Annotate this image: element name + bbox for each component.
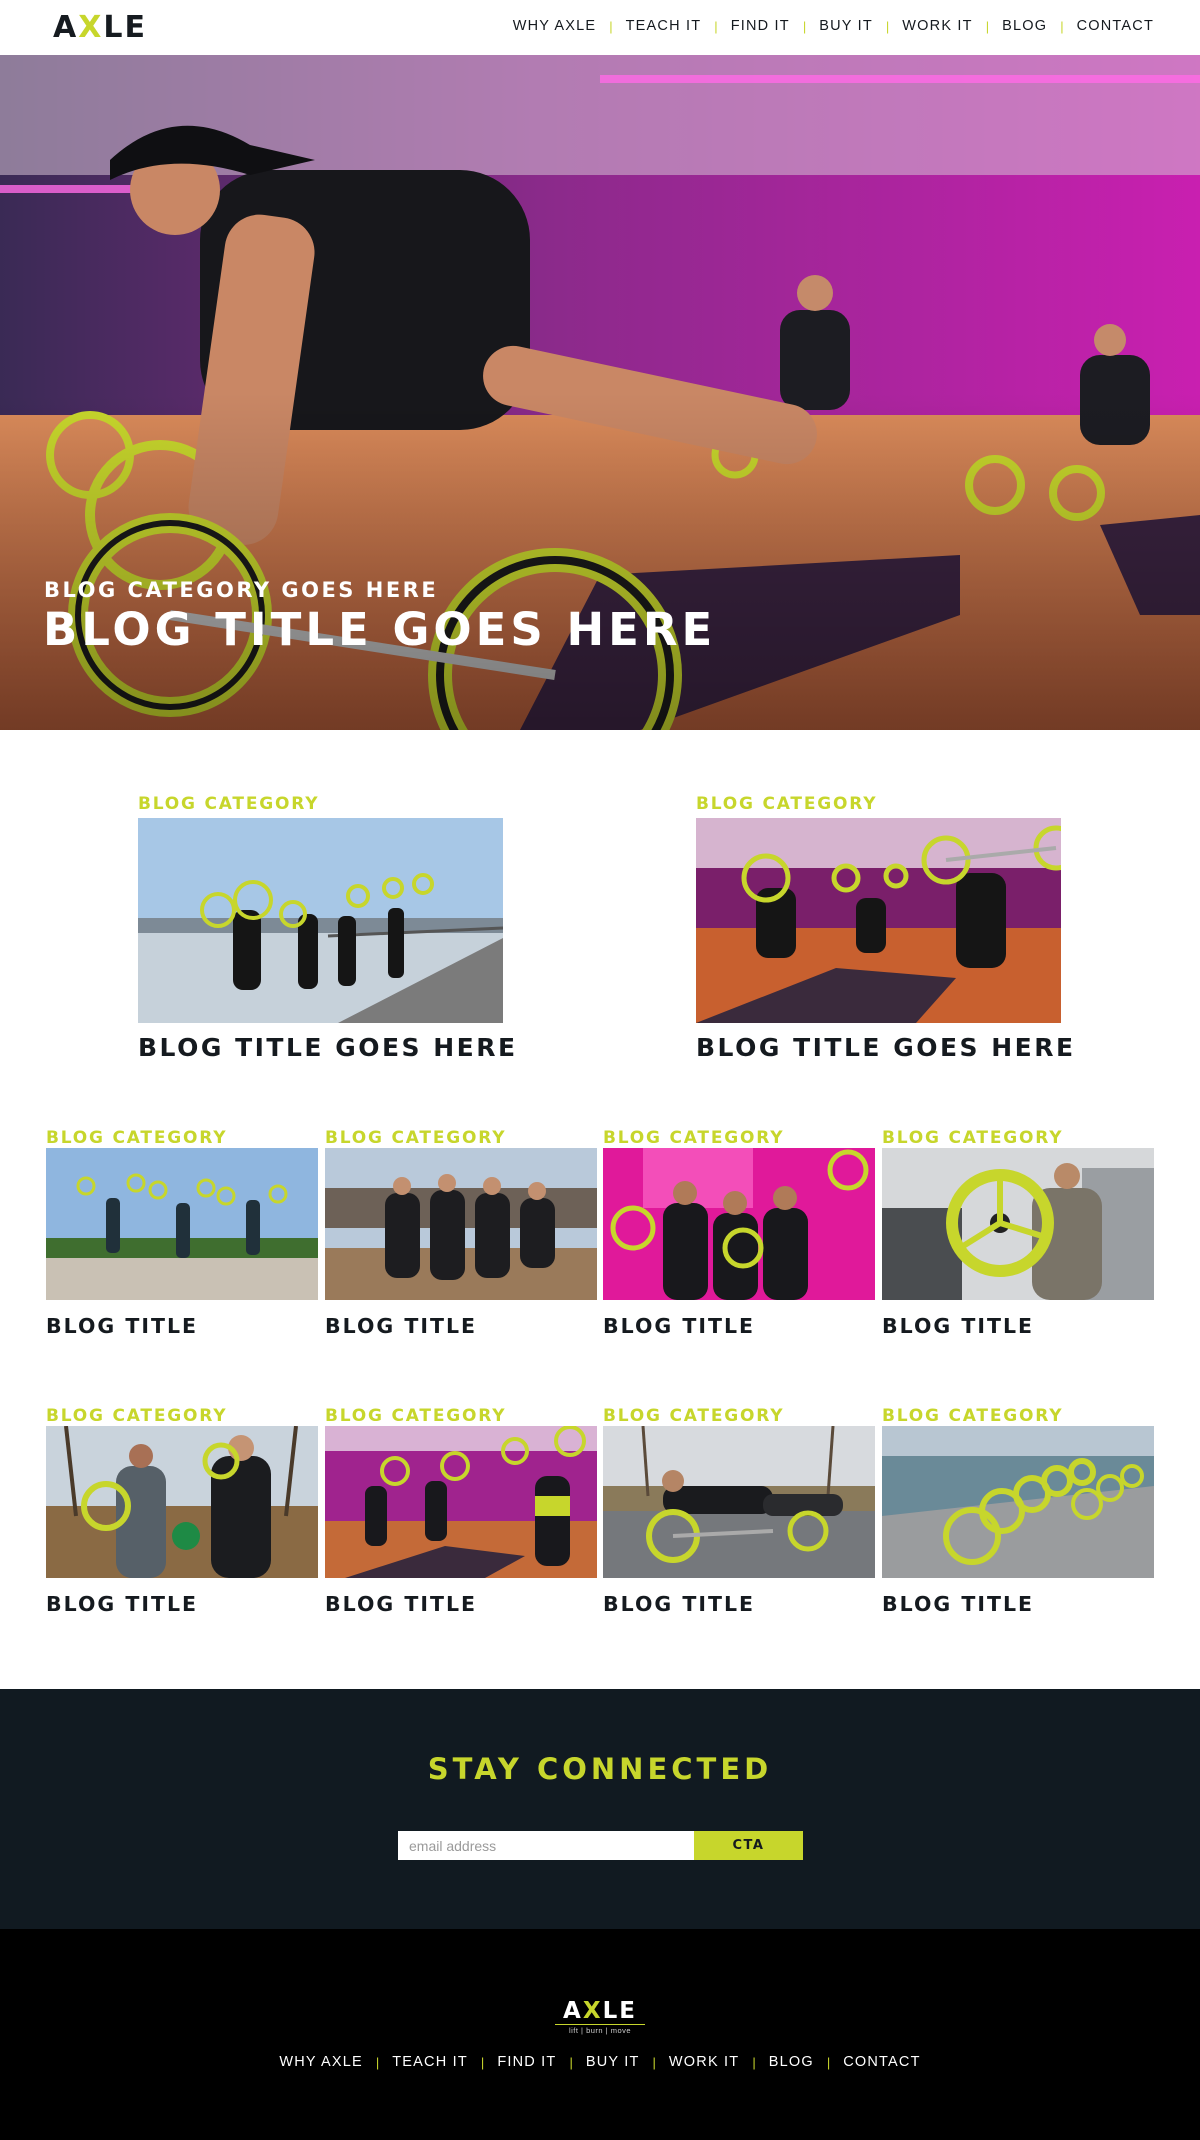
post-image[interactable]	[882, 1426, 1154, 1578]
site-header: A X LE WHY AXLE | TEACH IT | FIND IT | BUY…	[0, 0, 1200, 55]
post-image[interactable]	[46, 1148, 318, 1300]
nav-separator: |	[609, 18, 613, 34]
nav-separator: |	[885, 18, 890, 34]
newsletter-section: STAY CONNECTED CTA	[0, 1689, 1200, 1929]
group-fence-photo	[325, 1148, 597, 1300]
nav-why-axle[interactable]: WHY AXLE	[513, 18, 596, 34]
post-image[interactable]	[603, 1148, 875, 1300]
post-card[interactable]: BLOG CATEGORY BLOG TITLE	[882, 1406, 1154, 1626]
site-footer: AXLE lift | burn | move WHY AXLE | TEACH…	[0, 1929, 1200, 2140]
nav-separator: |	[1060, 18, 1064, 34]
footer-nav-separator: |	[375, 2054, 380, 2070]
post-title[interactable]: BLOG TITLE	[46, 1592, 198, 1616]
footer-nav-separator: |	[569, 2054, 573, 2070]
post-title[interactable]: BLOG TITLE	[882, 1592, 1034, 1616]
email-input[interactable]	[398, 1831, 694, 1860]
post-title[interactable]: BLOG TITLE	[325, 1592, 477, 1616]
footer-nav-buy-it[interactable]: BUY IT	[586, 2054, 640, 2070]
footer-tagline: lift | burn | move	[555, 2024, 645, 2035]
nav-teach-it[interactable]: TEACH IT	[626, 18, 702, 34]
newsletter-title: STAY CONNECTED	[427, 1752, 773, 1786]
post-image[interactable]	[325, 1148, 597, 1300]
post-card[interactable]: BLOG CATEGORY BLOG TITLE	[46, 1128, 318, 1348]
post-image[interactable]	[882, 1148, 1154, 1300]
logo-x: X	[78, 9, 104, 45]
post-category[interactable]: BLOG CATEGORY	[46, 1128, 227, 1148]
post-title[interactable]: BLOG TITLE	[603, 1592, 755, 1616]
footer-nav-separator: |	[480, 2054, 485, 2070]
post-title[interactable]: BLOG TITLE GOES HERE	[696, 1033, 1076, 1062]
post-card[interactable]: BLOG CATEGORY BLOG TITLE	[325, 1406, 597, 1626]
post-card[interactable]: BLOG CATEGORY BLOG TITLE	[603, 1406, 875, 1626]
nav-work-it[interactable]: WORK IT	[902, 18, 972, 34]
post-image[interactable]	[325, 1426, 597, 1578]
park-pushup-photo	[603, 1426, 875, 1578]
footer-nav-why-axle[interactable]: WHY AXLE	[279, 2054, 362, 2070]
post-category[interactable]: BLOG CATEGORY	[325, 1128, 506, 1148]
hero-category[interactable]: BLOG CATEGORY GOES HERE	[44, 578, 438, 602]
footer-nav-find-it[interactable]: FIND IT	[497, 2054, 556, 2070]
post-category[interactable]: BLOG CATEGORY	[325, 1406, 506, 1426]
cta-button[interactable]: CTA	[694, 1831, 803, 1860]
footer-nav-separator: |	[752, 2054, 756, 2070]
logo-letters-end: LE	[103, 9, 147, 45]
studio-class-photo	[696, 818, 1061, 1023]
post-category[interactable]: BLOG CATEGORY	[603, 1406, 784, 1426]
post-category[interactable]: BLOG CATEGORY	[46, 1406, 227, 1426]
post-card[interactable]: BLOG CATEGORY BLOG TITLE	[603, 1128, 875, 1348]
nav-blog[interactable]: BLOG	[1002, 18, 1047, 34]
footer-logo-letters-end: LE	[602, 1998, 637, 2024]
footer-nav-blog[interactable]: BLOG	[769, 2054, 814, 2070]
gym-wheel-photo	[882, 1148, 1154, 1300]
waterfront-photo	[138, 818, 503, 1023]
post-category[interactable]: BLOG CATEGORY	[696, 794, 877, 814]
post-card[interactable]: BLOG CATEGORY BLOG TITLE	[325, 1128, 597, 1348]
post-category[interactable]: BLOG CATEGORY	[603, 1128, 784, 1148]
post-title[interactable]: BLOG TITLE GOES HERE	[138, 1033, 518, 1062]
logo-letters: A	[53, 9, 79, 45]
post-category[interactable]: BLOG CATEGORY	[882, 1128, 1063, 1148]
footer-logo-mark: AXLE	[555, 2000, 645, 2023]
post-title[interactable]: BLOG TITLE	[882, 1314, 1034, 1338]
footer-nav: WHY AXLE | TEACH IT | FIND IT | BUY IT |…	[0, 2054, 1200, 2070]
post-title[interactable]: BLOG TITLE	[603, 1314, 755, 1338]
axles-pavement-photo	[882, 1426, 1154, 1578]
post-title[interactable]: BLOG TITLE	[46, 1314, 198, 1338]
post-card[interactable]: BLOG CATEGORY BLOG TITLE	[46, 1406, 318, 1626]
footer-nav-teach-it[interactable]: TEACH IT	[392, 2054, 468, 2070]
main-nav: WHY AXLE | TEACH IT | FIND IT | BUY IT |…	[513, 18, 1154, 34]
post-image[interactable]	[138, 818, 503, 1023]
nav-separator: |	[714, 18, 718, 34]
post-category[interactable]: BLOG CATEGORY	[882, 1406, 1063, 1426]
pink-team-photo	[603, 1148, 875, 1300]
nav-separator: |	[802, 18, 807, 34]
nav-contact[interactable]: CONTACT	[1077, 18, 1154, 34]
footer-nav-separator: |	[652, 2054, 656, 2070]
footer-logo-x: X	[582, 1998, 603, 2024]
park-partner-photo	[46, 1426, 318, 1578]
footer-nav-separator: |	[826, 2054, 831, 2070]
axle-logo[interactable]: A X LE	[53, 9, 147, 45]
post-card[interactable]: BLOG CATEGORY BLOG TITLE	[882, 1128, 1154, 1348]
park-lift-photo	[46, 1148, 318, 1300]
pink-studio-photo	[325, 1426, 597, 1578]
hero-title[interactable]: BLOG TITLE GOES HERE	[43, 603, 716, 656]
hero-banner[interactable]: BLOG CATEGORY GOES HERE BLOG TITLE GOES …	[0, 55, 1200, 730]
footer-nav-contact[interactable]: CONTACT	[843, 2054, 920, 2070]
nav-find-it[interactable]: FIND IT	[731, 18, 790, 34]
footer-logo[interactable]: AXLE lift | burn | move	[555, 2000, 645, 2035]
footer-logo-letters: A	[563, 1998, 583, 2024]
footer-nav-work-it[interactable]: WORK IT	[669, 2054, 739, 2070]
post-category[interactable]: BLOG CATEGORY	[138, 794, 319, 814]
post-image[interactable]	[696, 818, 1061, 1023]
featured-post-card[interactable]: BLOG CATEGORY BLOG TITLE GOES HERE	[138, 794, 515, 1069]
post-image[interactable]	[603, 1426, 875, 1578]
nav-buy-it[interactable]: BUY IT	[819, 18, 873, 34]
post-image[interactable]	[46, 1426, 318, 1578]
nav-separator: |	[985, 18, 990, 34]
featured-post-card[interactable]: BLOG CATEGORY BLOG TITLE GOES HERE	[696, 794, 1073, 1069]
post-title[interactable]: BLOG TITLE	[325, 1314, 477, 1338]
